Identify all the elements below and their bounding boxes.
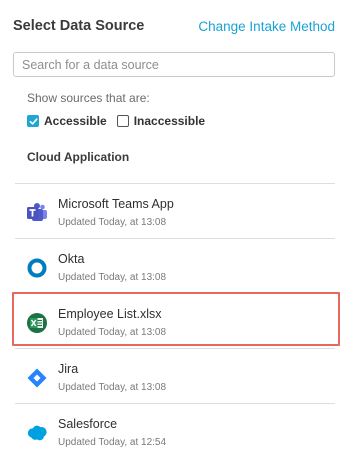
source-name: Jira <box>58 362 79 376</box>
list-item-jira[interactable]: Jira Updated Today, at 13:08 <box>15 348 335 403</box>
panel-header: Select Data Source Change Intake Method <box>13 17 335 35</box>
source-name: Salesforce <box>58 417 118 431</box>
source-updated: Updated Today, at 13:08 <box>58 217 167 228</box>
list-item-salesforce[interactable]: Salesforce Updated Today, at 12:54 <box>15 403 335 458</box>
accessible-filter[interactable]: Accessible <box>27 114 107 128</box>
filter-group: Accessible Inaccessible <box>27 114 215 128</box>
data-source-list: Microsoft Teams App Updated Today, at 13… <box>15 183 335 458</box>
checkmark-icon <box>29 117 38 125</box>
excel-icon <box>26 312 48 334</box>
section-heading-cloud-application: Cloud Application <box>27 150 130 164</box>
teams-icon <box>26 202 48 224</box>
source-updated: Updated Today, at 13:08 <box>58 327 167 338</box>
change-intake-method-link[interactable]: Change Intake Method <box>198 19 335 34</box>
source-name: Okta <box>58 252 85 266</box>
source-updated: Updated Today, at 12:54 <box>58 437 167 448</box>
panel-title: Select Data Source <box>13 18 145 34</box>
inaccessible-checkbox[interactable] <box>116 115 129 127</box>
source-updated: Updated Today, at 13:08 <box>58 272 167 283</box>
filter-label: Show sources that are: <box>27 91 150 105</box>
jira-icon <box>26 367 48 389</box>
list-item-microsoft-teams[interactable]: Microsoft Teams App Updated Today, at 13… <box>15 183 335 238</box>
okta-icon <box>26 257 48 279</box>
list-item-okta[interactable]: Okta Updated Today, at 13:08 <box>15 238 335 293</box>
inaccessible-label: Inaccessible <box>133 114 206 128</box>
salesforce-icon <box>26 422 48 444</box>
accessible-label: Accessible <box>44 114 107 128</box>
list-item-employee-list[interactable]: Employee List.xlsx Updated Today, at 13:… <box>15 293 335 348</box>
source-updated: Updated Today, at 13:08 <box>58 382 167 393</box>
source-name: Microsoft Teams App <box>58 197 174 211</box>
source-name: Employee List.xlsx <box>58 307 162 321</box>
inaccessible-filter[interactable]: Inaccessible <box>116 114 206 128</box>
search-input[interactable] <box>13 52 335 77</box>
accessible-checkbox[interactable] <box>27 115 39 127</box>
